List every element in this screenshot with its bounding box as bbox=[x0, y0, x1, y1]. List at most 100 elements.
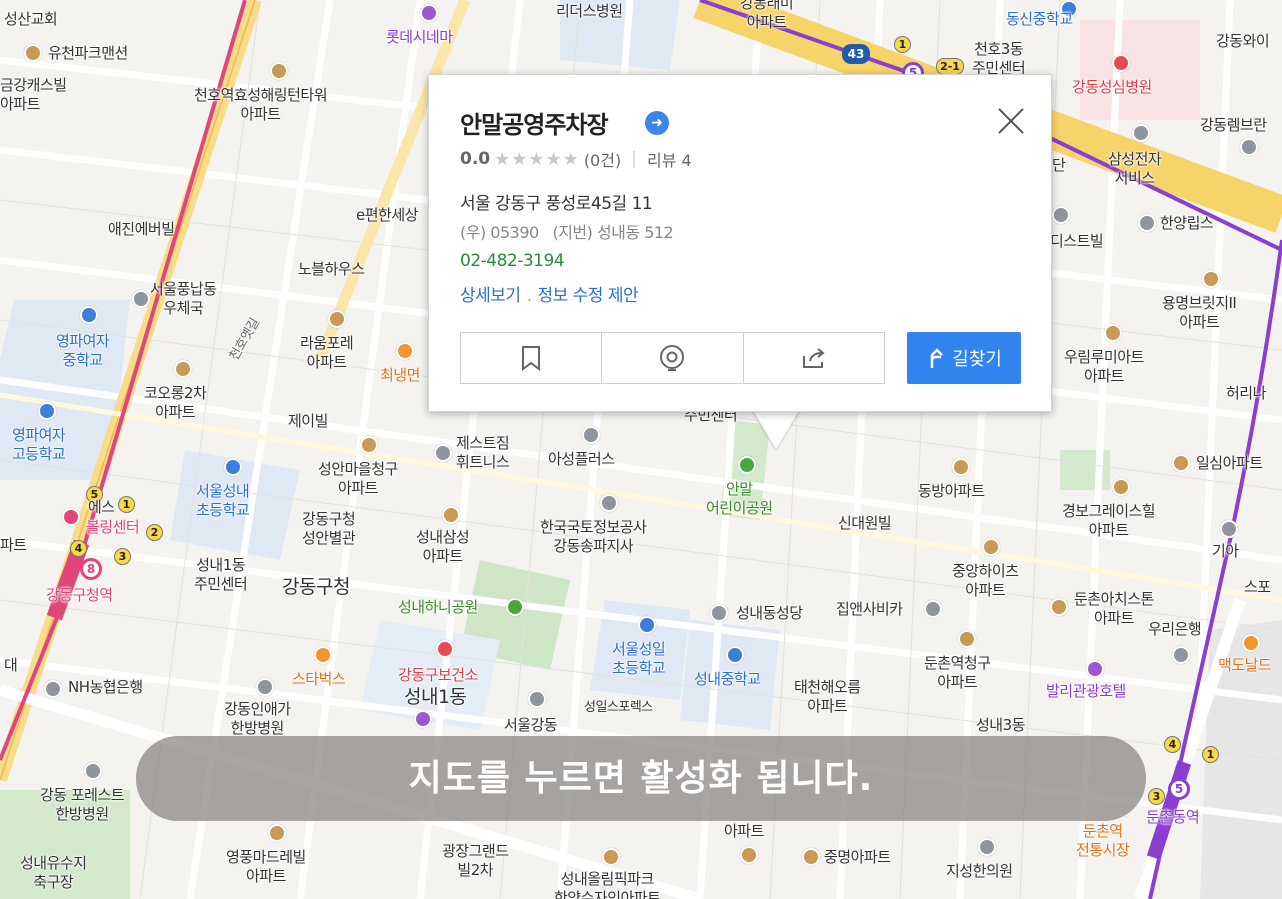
map-label: 한국국토정보공사 강동송파지사 bbox=[540, 518, 647, 555]
building-icon bbox=[1220, 520, 1238, 538]
building-icon bbox=[1052, 206, 1070, 224]
apartment-icon bbox=[268, 824, 286, 842]
map-label: 동신중학교 bbox=[1006, 10, 1073, 28]
action-buttons bbox=[460, 332, 885, 384]
map-label: 삼성전자 서비스 bbox=[1108, 150, 1162, 187]
bank-icon bbox=[1172, 646, 1190, 664]
edit-suggest-link[interactable]: 정보 수정 제안 bbox=[537, 286, 638, 306]
map-label: 동방아파트 bbox=[918, 482, 985, 500]
map-label: 중명아파트 bbox=[824, 848, 891, 866]
exit-icon: 2-1 bbox=[936, 58, 964, 75]
hospital-icon bbox=[1112, 54, 1130, 72]
apartment-icon bbox=[1172, 454, 1190, 472]
map-label: 성내중학교 bbox=[694, 670, 761, 688]
exit-icon: 3 bbox=[1148, 788, 1165, 805]
map-label: 아성플러스 bbox=[548, 450, 615, 468]
popup-pointer bbox=[752, 409, 800, 449]
map-label: 스포 bbox=[1244, 578, 1271, 596]
place-info-popup: 안말공영주차장 ➜ 0.0 ★★★★★ (0건) | 리뷰 4 서울 강동구 풍… bbox=[428, 74, 1052, 412]
phone-number[interactable]: 02-482-3194 bbox=[460, 251, 565, 271]
apartment-icon bbox=[360, 436, 378, 454]
apartment-icon bbox=[174, 360, 192, 378]
activate-map-overlay[interactable]: 지도를 누르면 활성화 됩니다. bbox=[136, 736, 1146, 821]
map-label: 롯데시네마 bbox=[386, 28, 453, 46]
map-label: 제이빌 bbox=[288, 412, 328, 430]
station-icon[interactable]: 8 bbox=[80, 558, 102, 580]
rating-row: 0.0 ★★★★★ (0건) | 리뷰 4 bbox=[460, 147, 692, 171]
exit-icon: 3 bbox=[114, 548, 131, 565]
cafe-icon bbox=[314, 646, 332, 664]
go-arrow-icon[interactable]: ➜ bbox=[645, 111, 669, 135]
exit-icon: 1 bbox=[118, 496, 135, 513]
map-label: 천호역효성해링턴타워 아파트 bbox=[194, 86, 328, 123]
postal-address: (우) 05390 (지번) 성내동 512 bbox=[460, 223, 674, 242]
apartment-icon bbox=[270, 62, 288, 80]
review-link[interactable]: 리뷰 4 bbox=[647, 147, 692, 171]
map-label: 강동성심병원 bbox=[1072, 78, 1152, 96]
map-label: 노블하우스 bbox=[298, 260, 365, 278]
rating-score: 0.0 bbox=[460, 149, 491, 169]
restaurant-icon bbox=[396, 342, 414, 360]
restaurant-icon bbox=[1242, 634, 1260, 652]
map-label: 성내유수지 축구장 bbox=[20, 854, 87, 891]
post-office-icon bbox=[132, 290, 150, 308]
map-label: 강동렘브란 bbox=[1200, 116, 1267, 134]
map-label: 둔촌역청구 아파트 bbox=[924, 654, 991, 691]
map-label: 신대원빌 bbox=[838, 514, 892, 532]
map-label: 라움포레 아파트 bbox=[300, 334, 354, 371]
place-title[interactable]: 안말공영주차장 bbox=[460, 105, 609, 140]
map-label: 리더스병원 bbox=[556, 2, 623, 20]
map-label: 성내삼성 아파트 bbox=[416, 528, 470, 565]
rating-stars: ★★★★★ bbox=[494, 148, 580, 170]
detail-link[interactable]: 상세보기 bbox=[460, 286, 521, 306]
map-label: 맥도날드 bbox=[1218, 656, 1272, 674]
park-icon bbox=[506, 598, 524, 616]
church-icon bbox=[710, 604, 728, 622]
map-label: NH농협은행 bbox=[68, 678, 143, 696]
close-icon[interactable] bbox=[995, 105, 1027, 137]
location-button[interactable] bbox=[602, 333, 744, 383]
route-icon bbox=[930, 348, 944, 368]
map-label: 서울풍납동 우체국 bbox=[150, 280, 217, 317]
map-label: 우리은행 bbox=[1148, 620, 1202, 638]
map-label: 성일스포렉스 bbox=[584, 700, 653, 715]
apartment-icon bbox=[982, 538, 1000, 556]
bank-icon bbox=[44, 680, 62, 698]
link-separator: . bbox=[526, 286, 532, 306]
share-button[interactable] bbox=[744, 333, 884, 383]
office-icon bbox=[414, 710, 432, 728]
road-number-badge: 43 bbox=[842, 44, 870, 64]
map-label: 강동래미 아파트 bbox=[740, 0, 794, 31]
map-label: 에스 bbox=[88, 498, 115, 516]
map-label: 용명브릿지II 아파트 bbox=[1162, 294, 1237, 331]
apartment-icon bbox=[1202, 270, 1220, 288]
map-label: 강동구청 성안별관 bbox=[302, 510, 356, 547]
route-button[interactable]: 길찾기 bbox=[907, 332, 1021, 384]
map-label: 둔촌역 전통시장 bbox=[1076, 822, 1130, 859]
map-label: 둔촌동역 bbox=[1146, 808, 1200, 826]
map-label: 영파여자 고등학교 bbox=[12, 426, 66, 463]
hospital-icon bbox=[436, 640, 454, 658]
share-icon bbox=[802, 348, 825, 368]
apartment-icon bbox=[328, 310, 346, 328]
apartment-icon bbox=[802, 848, 820, 866]
cinema-icon bbox=[420, 4, 438, 22]
map-label: 영풍마드레빌 아파트 bbox=[226, 848, 306, 885]
map-label: 코오롱2차 아파트 bbox=[144, 384, 207, 421]
gym-icon bbox=[434, 444, 452, 462]
route-label: 길찾기 bbox=[952, 349, 1002, 370]
map-label: 강동인애가 한방병원 bbox=[224, 700, 291, 737]
map-label: 둔촌아치스톤 아파트 bbox=[1074, 590, 1154, 627]
map-label: 강동구보건소 bbox=[398, 666, 478, 684]
map-label: 한양립스 bbox=[1160, 214, 1214, 232]
map-label: 강동구청 bbox=[282, 576, 350, 598]
bowling-icon bbox=[62, 508, 80, 526]
map-label: 일심아파트 bbox=[1196, 454, 1263, 472]
map-label: 유천파크맨션 bbox=[48, 44, 128, 62]
service-icon bbox=[1132, 124, 1150, 142]
bookmark-button[interactable] bbox=[461, 333, 603, 383]
map-label: 허리나 bbox=[1226, 384, 1266, 402]
map-label: 파트 bbox=[0, 536, 27, 554]
school-icon bbox=[80, 306, 98, 324]
station-icon[interactable]: 5 bbox=[1168, 778, 1190, 800]
